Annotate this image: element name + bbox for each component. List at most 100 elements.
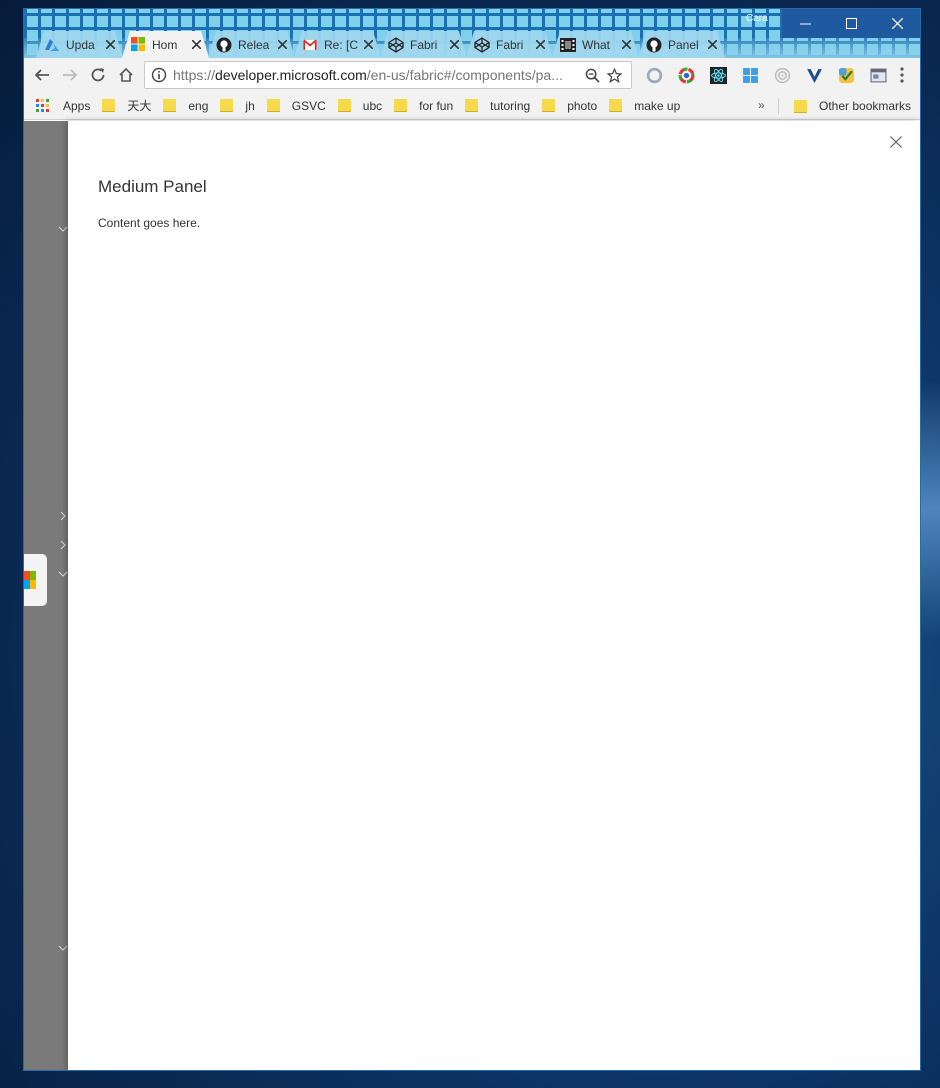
check-badge-icon [838, 67, 854, 83]
ext-target-button[interactable] [766, 64, 798, 86]
web-page: Medium Panel Content goes here. [24, 121, 920, 1070]
tab-gmail[interactable]: Re: [C [294, 31, 381, 58]
window-controls [782, 9, 920, 38]
tab-title: Relea [238, 37, 270, 52]
bookmark-folder-tianda[interactable]: 天大 [96, 94, 157, 118]
forward-button[interactable] [56, 61, 84, 89]
profile-name[interactable]: Cara [746, 13, 768, 24]
folder-icon [102, 99, 116, 112]
tab-title: Fabri [410, 37, 438, 52]
url-text[interactable]: https://developer.microsoft.com/en-us/fa… [173, 67, 581, 83]
ext-color-wheel-button[interactable] [670, 64, 702, 86]
arrow-left-icon [34, 69, 49, 81]
back-button[interactable] [28, 61, 56, 89]
bookmark-label: make up [634, 98, 681, 113]
info-icon[interactable] [151, 67, 167, 83]
bookmark-label: ubc [362, 98, 383, 113]
tab-what[interactable]: What [552, 31, 639, 58]
ext-react-button[interactable] [702, 64, 734, 86]
tab-title: Re: [C [324, 37, 359, 52]
panel-content: Content goes here. [98, 216, 201, 230]
tab-title: Upda [66, 37, 95, 52]
bookmark-star-button[interactable] [603, 64, 625, 86]
other-bookmarks[interactable]: Other bookmarks [788, 94, 917, 118]
bookmark-folder-for-fun[interactable]: for fun [388, 94, 459, 118]
target-icon [774, 67, 790, 83]
bookmark-label: jh [245, 98, 255, 113]
bookmark-label: for fun [419, 98, 454, 113]
tab-close-button[interactable] [705, 38, 719, 52]
tab-close-button[interactable] [103, 38, 117, 52]
minimize-button[interactable] [782, 9, 828, 38]
close-icon [106, 40, 115, 49]
bookmarks-divider [778, 98, 779, 114]
tab-releases[interactable]: Relea [208, 31, 295, 58]
medium-panel: Medium Panel Content goes here. [68, 121, 920, 1070]
close-window-button[interactable] [874, 9, 920, 38]
close-icon [278, 40, 287, 49]
bookmarks-overflow-button[interactable]: » [758, 98, 765, 112]
bookmark-folder-jh[interactable]: jh [214, 94, 260, 118]
url-path: /en-us/fabric#/components/pa... [366, 67, 563, 83]
close-icon [192, 40, 201, 49]
close-icon [364, 40, 373, 49]
bookmark-folder-gsvc[interactable]: GSVC [261, 94, 332, 118]
ext-ring-button[interactable] [638, 64, 670, 86]
browser-menu-button[interactable] [894, 66, 910, 84]
tab-codepen-fabric-1[interactable]: Fabri [380, 31, 467, 58]
ext-windows-button[interactable] [734, 64, 766, 86]
tab-codepen-fabric-2[interactable]: Fabri [466, 31, 553, 58]
close-icon [536, 40, 545, 49]
reload-button[interactable] [84, 61, 112, 89]
close-icon [622, 40, 631, 49]
close-icon [708, 40, 717, 49]
tab-updates[interactable]: Upda [36, 31, 123, 58]
bookmark-folder-ubc[interactable]: ubc [332, 94, 388, 118]
bookmark-folder-photo[interactable]: photo [536, 94, 603, 118]
tab-home[interactable]: Hom [122, 31, 209, 58]
desktop-light-streak [918, 380, 940, 640]
maximize-button[interactable] [828, 9, 874, 38]
browser-toolbar: https://developer.microsoft.com/en-us/fa… [24, 58, 920, 92]
tab-title: Hom [152, 37, 178, 52]
folder-icon [337, 99, 351, 112]
ext-vue-button[interactable] [798, 64, 830, 86]
ext-check-button[interactable] [830, 64, 862, 86]
color-wheel-icon [678, 67, 694, 83]
folder-icon [542, 99, 556, 112]
bookmark-label: Apps [63, 98, 91, 113]
reload-icon [91, 68, 105, 82]
bookmark-apps[interactable]: Apps [30, 94, 96, 118]
bookmark-folder-tutoring[interactable]: tutoring [459, 94, 536, 118]
bookmark-folder-eng[interactable]: eng [157, 94, 214, 118]
bookmark-folder-make-up[interactable]: make up [603, 94, 686, 118]
ring-icon [646, 67, 662, 83]
microsoft-feedback-tab[interactable] [24, 554, 47, 606]
bookmarks-bar: Apps 天大 eng jh GSVC ubc for fun tutoring… [24, 92, 920, 120]
azure-icon [44, 37, 60, 53]
panel-close-button[interactable] [888, 134, 904, 150]
bookmark-label: GSVC [291, 98, 326, 113]
tab-title: Panel [668, 37, 699, 52]
ext-window-tool-button[interactable] [862, 64, 894, 86]
url-host: developer.microsoft.com [215, 67, 367, 83]
bookmark-label: photo [567, 98, 598, 113]
tab-close-button[interactable] [619, 38, 633, 52]
tab-close-button[interactable] [275, 38, 289, 52]
home-icon [119, 67, 133, 82]
microsoft-logo-icon [24, 571, 36, 589]
tab-panel[interactable]: Panel [638, 31, 725, 58]
zoom-button[interactable] [581, 64, 603, 86]
tab-close-button[interactable] [361, 38, 375, 52]
tab-close-button[interactable] [533, 38, 547, 52]
bookmark-label: Other bookmarks [819, 99, 912, 113]
panel-overlay[interactable] [24, 121, 68, 1070]
tab-close-button[interactable] [447, 38, 461, 52]
github-icon [216, 37, 232, 53]
address-bar[interactable]: https://developer.microsoft.com/en-us/fa… [144, 61, 632, 89]
chevron-down-icon [58, 219, 68, 232]
tab-close-button[interactable] [189, 38, 203, 52]
home-button[interactable] [112, 61, 140, 89]
folder-icon [609, 99, 623, 112]
folder-icon [220, 99, 234, 112]
